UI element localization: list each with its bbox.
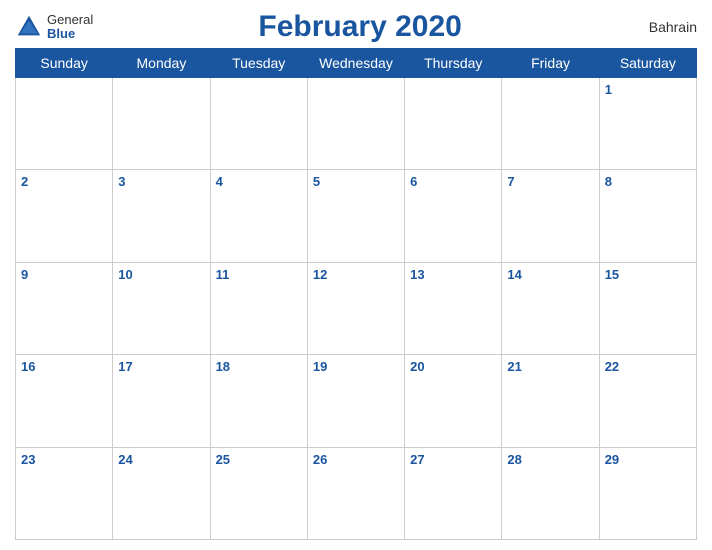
day-number: 23 bbox=[21, 452, 35, 467]
weekday-header-sunday: Sunday bbox=[16, 49, 113, 78]
calendar-cell bbox=[502, 78, 599, 170]
calendar-cell: 24 bbox=[113, 447, 210, 539]
calendar-cell: 23 bbox=[16, 447, 113, 539]
calendar-cell: 22 bbox=[599, 355, 696, 447]
calendar-cell bbox=[307, 78, 404, 170]
day-number: 17 bbox=[118, 359, 132, 374]
weekday-header-row: SundayMondayTuesdayWednesdayThursdayFrid… bbox=[16, 49, 697, 78]
weekday-header-tuesday: Tuesday bbox=[210, 49, 307, 78]
calendar-cell: 15 bbox=[599, 262, 696, 354]
calendar-cell: 27 bbox=[405, 447, 502, 539]
calendar-cell: 16 bbox=[16, 355, 113, 447]
day-number: 6 bbox=[410, 174, 417, 189]
weekday-header-saturday: Saturday bbox=[599, 49, 696, 78]
calendar-cell: 6 bbox=[405, 170, 502, 262]
calendar-cell: 13 bbox=[405, 262, 502, 354]
calendar-cell: 28 bbox=[502, 447, 599, 539]
day-number: 28 bbox=[507, 452, 521, 467]
day-number: 27 bbox=[410, 452, 424, 467]
calendar-cell: 12 bbox=[307, 262, 404, 354]
logo-general-text: General bbox=[47, 13, 93, 27]
calendar-cell: 21 bbox=[502, 355, 599, 447]
day-number: 19 bbox=[313, 359, 327, 374]
logo: General Blue bbox=[15, 13, 93, 42]
day-number: 1 bbox=[605, 82, 612, 97]
day-number: 13 bbox=[410, 267, 424, 282]
day-number: 15 bbox=[605, 267, 619, 282]
general-blue-icon bbox=[15, 13, 43, 41]
calendar-cell: 5 bbox=[307, 170, 404, 262]
calendar-cell: 8 bbox=[599, 170, 696, 262]
calendar-cell: 1 bbox=[599, 78, 696, 170]
day-number: 25 bbox=[216, 452, 230, 467]
country-label: Bahrain bbox=[627, 19, 697, 35]
day-number: 14 bbox=[507, 267, 521, 282]
day-number: 16 bbox=[21, 359, 35, 374]
calendar-title: February 2020 bbox=[93, 10, 627, 44]
day-number: 22 bbox=[605, 359, 619, 374]
calendar-cell: 4 bbox=[210, 170, 307, 262]
day-number: 9 bbox=[21, 267, 28, 282]
calendar-cell bbox=[210, 78, 307, 170]
day-number: 10 bbox=[118, 267, 132, 282]
calendar-cell: 29 bbox=[599, 447, 696, 539]
week-row-4: 16 17 18 19 20 21 22 bbox=[16, 355, 697, 447]
calendar-cell bbox=[113, 78, 210, 170]
day-number: 29 bbox=[605, 452, 619, 467]
calendar-cell: 19 bbox=[307, 355, 404, 447]
calendar-cell: 2 bbox=[16, 170, 113, 262]
day-number: 3 bbox=[118, 174, 125, 189]
week-row-5: 23 24 25 26 27 28 29 bbox=[16, 447, 697, 539]
weekday-header-monday: Monday bbox=[113, 49, 210, 78]
day-number: 2 bbox=[21, 174, 28, 189]
calendar-cell: 3 bbox=[113, 170, 210, 262]
calendar-cell: 7 bbox=[502, 170, 599, 262]
day-number: 11 bbox=[216, 267, 230, 282]
calendar-cell: 17 bbox=[113, 355, 210, 447]
calendar-cell bbox=[16, 78, 113, 170]
calendar-cell bbox=[405, 78, 502, 170]
weekday-header-friday: Friday bbox=[502, 49, 599, 78]
logo-blue-text: Blue bbox=[47, 27, 93, 41]
calendar-cell: 25 bbox=[210, 447, 307, 539]
calendar-cell: 11 bbox=[210, 262, 307, 354]
day-number: 26 bbox=[313, 452, 327, 467]
week-row-3: 9 10 11 12 13 14 15 bbox=[16, 262, 697, 354]
calendar-cell: 10 bbox=[113, 262, 210, 354]
day-number: 7 bbox=[507, 174, 514, 189]
day-number: 21 bbox=[507, 359, 521, 374]
day-number: 18 bbox=[216, 359, 230, 374]
weekday-header-thursday: Thursday bbox=[405, 49, 502, 78]
day-number: 24 bbox=[118, 452, 132, 467]
day-number: 20 bbox=[410, 359, 424, 374]
page-header: General Blue February 2020 Bahrain bbox=[15, 10, 697, 44]
day-number: 12 bbox=[313, 267, 327, 282]
calendar-cell: 26 bbox=[307, 447, 404, 539]
week-row-2: 2 3 4 5 6 7 8 bbox=[16, 170, 697, 262]
week-row-1: 1 bbox=[16, 78, 697, 170]
calendar-cell: 9 bbox=[16, 262, 113, 354]
calendar-cell: 14 bbox=[502, 262, 599, 354]
calendar-cell: 18 bbox=[210, 355, 307, 447]
calendar-cell: 20 bbox=[405, 355, 502, 447]
day-number: 5 bbox=[313, 174, 320, 189]
calendar-table: SundayMondayTuesdayWednesdayThursdayFrid… bbox=[15, 48, 697, 540]
weekday-header-wednesday: Wednesday bbox=[307, 49, 404, 78]
day-number: 4 bbox=[216, 174, 223, 189]
day-number: 8 bbox=[605, 174, 612, 189]
